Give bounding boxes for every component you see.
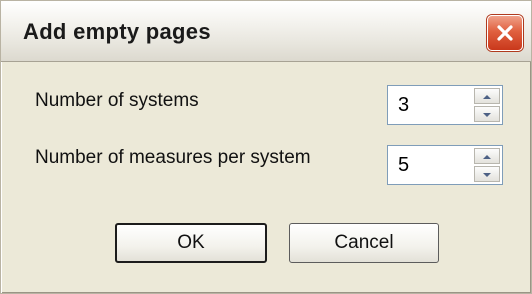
cancel-button[interactable]: Cancel <box>289 223 439 263</box>
systems-input[interactable] <box>388 86 472 124</box>
arrow-down-icon <box>482 105 492 123</box>
arrow-down-icon <box>482 165 492 183</box>
arrow-up-icon <box>482 87 492 105</box>
measures-spinbox[interactable] <box>387 145 503 185</box>
close-button[interactable] <box>487 15 523 51</box>
ok-button[interactable]: OK <box>115 223 267 263</box>
systems-spinbox[interactable] <box>387 85 503 125</box>
systems-spin-up-button[interactable] <box>474 88 500 104</box>
close-x-icon <box>495 23 515 43</box>
arrow-up-icon <box>482 147 492 165</box>
title-bar[interactable]: Add empty pages <box>1 1 531 62</box>
systems-spin-buttons <box>474 88 500 122</box>
measures-spin-buttons <box>474 148 500 182</box>
systems-label: Number of systems <box>35 90 199 111</box>
measures-input[interactable] <box>388 146 472 184</box>
measures-row: Number of measures per system <box>1 145 531 195</box>
dialog-window: Add empty pages Number of systems 3 Numb… <box>0 0 532 294</box>
measures-spin-down-button[interactable] <box>474 166 500 182</box>
measures-label: Number of measures per system <box>35 147 311 168</box>
dialog-title: Add empty pages <box>23 19 211 44</box>
systems-spin-down-button[interactable] <box>474 106 500 122</box>
measures-spin-up-button[interactable] <box>474 148 500 164</box>
systems-row: Number of systems <box>1 85 531 135</box>
